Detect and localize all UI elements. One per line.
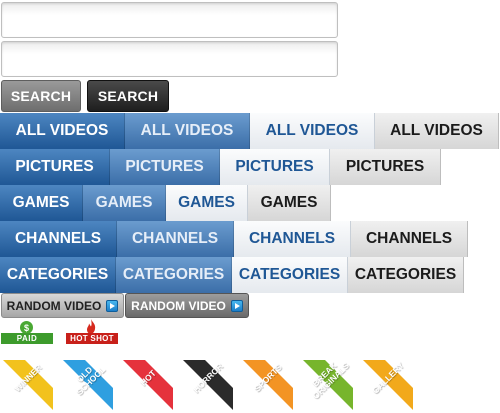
tab-pictures-active[interactable]: PICTURES [0, 149, 110, 185]
tab-all-videos-selected[interactable]: ALL VIDEOS [250, 113, 375, 149]
tab-categories-active[interactable]: CATEGORIES [0, 257, 116, 293]
tab-categories-default[interactable]: CATEGORIES [348, 257, 464, 293]
tab-all-videos-hover[interactable]: ALL VIDEOS [125, 113, 250, 149]
tab-pictures-selected[interactable]: PICTURES [220, 149, 330, 185]
search-input-1[interactable] [1, 2, 338, 38]
tab-channels-active[interactable]: CHANNELS [0, 221, 117, 257]
nav-row-games: GAMES GAMES GAMES GAMES [0, 185, 331, 221]
tab-categories-hover[interactable]: CATEGORIES [116, 257, 232, 293]
tab-channels-default[interactable]: CHANNELS [351, 221, 468, 257]
ribbon-label: BREAK ORIGINALS [310, 360, 352, 401]
nav-row-pictures: PICTURES PICTURES PICTURES PICTURES [0, 149, 441, 185]
flame-icon [87, 319, 96, 334]
tab-all-videos-active[interactable]: ALL VIDEOS [0, 113, 125, 149]
tab-pictures-default[interactable]: PICTURES [330, 149, 441, 185]
random-video-button-light[interactable]: RANDOM VIDEO [1, 293, 124, 318]
nav-row-categories: CATEGORIES CATEGORIES CATEGORIES CATEGOR… [0, 257, 464, 293]
ribbon-label: SPORTS [251, 361, 284, 394]
ribbon-gallery: GALLERY [363, 360, 413, 410]
play-icon [106, 299, 119, 312]
ribbon-label: WINNER [11, 361, 44, 394]
tab-games-selected[interactable]: GAMES [166, 185, 248, 221]
tab-games-hover[interactable]: GAMES [83, 185, 166, 221]
random-video-label: RANDOM VIDEO [6, 298, 102, 313]
ribbon-sports: SPORTS [243, 360, 293, 410]
nav-row-channels: CHANNELS CHANNELS CHANNELS CHANNELS [0, 221, 468, 257]
ribbon-break-originals: BREAK ORIGINALS [303, 360, 353, 410]
nav-row-all-videos: ALL VIDEOS ALL VIDEOS ALL VIDEOS ALL VID… [0, 113, 499, 149]
tab-categories-selected[interactable]: CATEGORIES [232, 257, 348, 293]
search-button-light[interactable]: SEARCH [1, 80, 81, 112]
ribbon-hot: HOT [123, 360, 173, 410]
play-icon [230, 299, 243, 312]
random-video-label: RANDOM VIDEO [131, 298, 226, 313]
tab-pictures-hover[interactable]: PICTURES [110, 149, 220, 185]
tab-all-videos-default[interactable]: ALL VIDEOS [375, 113, 499, 149]
tab-games-active[interactable]: GAMES [0, 185, 83, 221]
tab-channels-hover[interactable]: CHANNELS [117, 221, 234, 257]
ribbon-label: HORROR [190, 360, 225, 395]
search-input-2[interactable] [1, 41, 338, 77]
ribbon-label: GALLERY [369, 360, 406, 396]
hot-shot-badge: HOT SHOT [66, 333, 118, 344]
random-video-button-dark[interactable]: RANDOM VIDEO [125, 293, 249, 318]
ribbon-label: OLD SCHOOL [74, 364, 108, 398]
search-button-dark[interactable]: SEARCH [87, 80, 169, 112]
tab-games-default[interactable]: GAMES [248, 185, 331, 221]
ribbon-old-school: OLD SCHOOL [63, 360, 113, 410]
paid-badge: PAID [1, 333, 53, 344]
tab-channels-selected[interactable]: CHANNELS [234, 221, 351, 257]
ribbon-label: HOT [137, 367, 158, 388]
ribbon-winner: WINNER [3, 360, 53, 410]
ribbon-horror: HORROR [183, 360, 233, 410]
